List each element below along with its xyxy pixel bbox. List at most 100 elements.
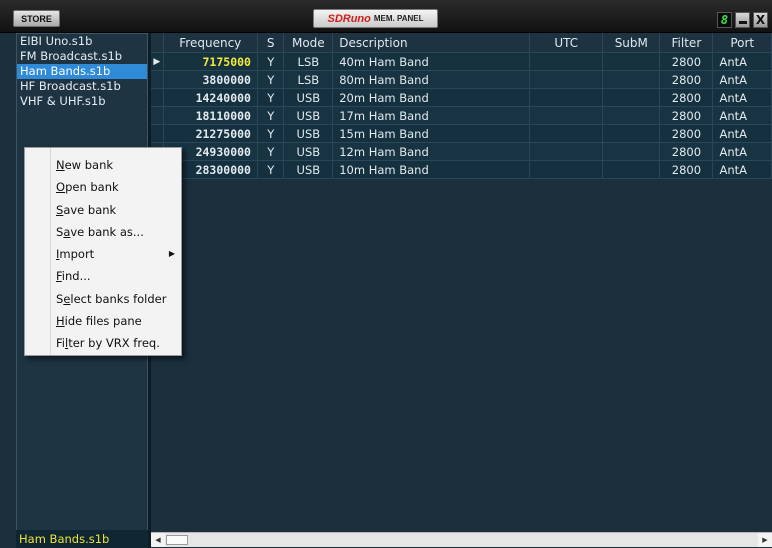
menu-item-select-banks-folder[interactable]: Select banks folder [25, 288, 181, 310]
window-controls: 8 X [717, 12, 768, 28]
table-row[interactable]: ▶ 7175000 Y LSB 40m Ham Band 2800 AntA [151, 52, 772, 71]
horizontal-scrollbar[interactable]: ◀ ▶ [151, 532, 772, 547]
menu-item-label: Filter by VRX freq. [56, 336, 160, 351]
cell-utc[interactable] [529, 52, 604, 71]
cell-subm[interactable] [602, 124, 661, 143]
close-button[interactable]: X [753, 12, 768, 28]
cell-port[interactable]: AntA [712, 88, 772, 107]
store-button[interactable]: STORE [13, 10, 60, 27]
column-header-subm[interactable]: SubM [602, 33, 661, 53]
cell-description[interactable]: 80m Ham Band [332, 70, 531, 89]
cell-s[interactable]: Y [257, 106, 285, 125]
menu-item-new-bank[interactable]: New bank [25, 154, 181, 176]
row-marker [151, 124, 164, 143]
cell-frequency[interactable]: 14240000 [163, 88, 258, 107]
menu-item-open-bank[interactable]: Open bank [25, 176, 181, 198]
file-item[interactable]: EIBI Uno.s1b [17, 34, 147, 49]
menu-item-label: Save bank as... [56, 224, 144, 239]
menu-item-label: New bank [56, 158, 114, 172]
cell-frequency[interactable]: 21275000 [163, 124, 258, 143]
column-header-s[interactable]: S [257, 33, 285, 53]
cell-filter[interactable]: 2800 [659, 124, 714, 143]
column-header-frequency[interactable]: Frequency [163, 33, 258, 53]
cell-mode[interactable]: LSB [283, 52, 334, 71]
cell-mode[interactable]: USB [283, 124, 334, 143]
cell-s[interactable]: Y [257, 88, 285, 107]
scroll-right-icon[interactable]: ▶ [758, 533, 772, 547]
cell-mode[interactable]: LSB [283, 70, 334, 89]
cell-description[interactable]: 15m Ham Band [332, 124, 531, 143]
cell-filter[interactable]: 2800 [659, 160, 714, 179]
cell-description[interactable]: 40m Ham Band [332, 52, 531, 71]
cell-filter[interactable]: 2800 [659, 70, 714, 89]
table-row[interactable]: 28300000 Y USB 10m Ham Band 2800 AntA [151, 160, 772, 179]
table-row[interactable]: 21275000 Y USB 15m Ham Band 2800 AntA [151, 124, 772, 143]
cell-filter[interactable]: 2800 [659, 142, 714, 161]
cell-utc[interactable] [529, 70, 604, 89]
cell-utc[interactable] [529, 124, 604, 143]
cell-mode[interactable]: USB [283, 142, 334, 161]
cell-utc[interactable] [529, 142, 604, 161]
menu-item-filter-by-vrx-freq[interactable]: Filter by VRX freq. [25, 332, 181, 354]
column-header-port[interactable]: Port [712, 33, 772, 53]
scrollbar-thumb[interactable] [166, 535, 188, 545]
cell-frequency[interactable]: 7175000 [163, 52, 258, 71]
cell-subm[interactable] [602, 88, 661, 107]
cell-utc[interactable] [529, 88, 604, 107]
cell-subm[interactable] [602, 106, 661, 125]
cell-s[interactable]: Y [257, 70, 285, 89]
table-row[interactable]: 14240000 Y USB 20m Ham Band 2800 AntA [151, 88, 772, 107]
column-header-utc[interactable]: UTC [529, 33, 604, 53]
cell-subm[interactable] [602, 52, 661, 71]
cell-s[interactable]: Y [257, 124, 285, 143]
cell-port[interactable]: AntA [712, 52, 772, 71]
file-item[interactable]: Ham Bands.s1b [17, 64, 147, 79]
cell-utc[interactable] [529, 160, 604, 179]
menu-item-save-bank-as[interactable]: Save bank as... [25, 221, 181, 243]
menu-item-label: Save bank [56, 202, 117, 217]
cell-mode[interactable]: USB [283, 160, 334, 179]
cell-subm[interactable] [602, 70, 661, 89]
cell-frequency[interactable]: 3800000 [163, 70, 258, 89]
cell-mode[interactable]: USB [283, 106, 334, 125]
menu-item-hide-files-pane[interactable]: Hide files pane [25, 310, 181, 332]
file-item[interactable]: HF Broadcast.s1b [17, 79, 147, 94]
cell-port[interactable]: AntA [712, 160, 772, 179]
cell-filter[interactable]: 2800 [659, 52, 714, 71]
current-row-arrow-icon: ▶ [151, 52, 164, 71]
cell-filter[interactable]: 2800 [659, 88, 714, 107]
cell-description[interactable]: 10m Ham Band [332, 160, 531, 179]
cell-port[interactable]: AntA [712, 142, 772, 161]
scroll-left-icon[interactable]: ◀ [151, 533, 165, 547]
column-header-filter[interactable]: Filter [659, 33, 714, 53]
cell-mode[interactable]: USB [283, 88, 334, 107]
table-row[interactable]: 24930000 Y USB 12m Ham Band 2800 AntA [151, 142, 772, 161]
memory-panel-window: STORE SDRuno MEM. PANEL 8 X EIBI Uno.s1b… [0, 0, 772, 548]
minimize-button[interactable] [735, 12, 750, 28]
cell-frequency[interactable]: 18110000 [163, 106, 258, 125]
column-header-mode[interactable]: Mode [283, 33, 334, 53]
table-row[interactable]: 3800000 Y LSB 80m Ham Band 2800 AntA [151, 70, 772, 89]
cell-subm[interactable] [602, 142, 661, 161]
cell-port[interactable]: AntA [712, 124, 772, 143]
menu-item-find[interactable]: Find... [25, 265, 181, 287]
cell-port[interactable]: AntA [712, 70, 772, 89]
cell-filter[interactable]: 2800 [659, 106, 714, 125]
cell-description[interactable]: 12m Ham Band [332, 142, 531, 161]
cell-subm[interactable] [602, 160, 661, 179]
menu-item-import[interactable]: Import ▶ [25, 243, 181, 265]
memory-table: Frequency S Mode Description UTC SubM Filter Po… [151, 33, 772, 179]
panel-number-button[interactable]: 8 [717, 12, 732, 28]
table-row[interactable]: 18110000 Y USB 17m Ham Band 2800 AntA [151, 106, 772, 125]
cell-s[interactable]: Y [257, 160, 285, 179]
menu-item-save-bank[interactable]: Save bank [25, 199, 181, 221]
file-item[interactable]: VHF & UHF.s1b [17, 94, 147, 109]
cell-s[interactable]: Y [257, 142, 285, 161]
cell-description[interactable]: 20m Ham Band [332, 88, 531, 107]
cell-port[interactable]: AntA [712, 106, 772, 125]
column-header-description[interactable]: Description [332, 33, 531, 53]
cell-utc[interactable] [529, 106, 604, 125]
cell-s[interactable]: Y [257, 52, 285, 71]
cell-description[interactable]: 17m Ham Band [332, 106, 531, 125]
file-item[interactable]: FM Broadcast.s1b [17, 49, 147, 64]
